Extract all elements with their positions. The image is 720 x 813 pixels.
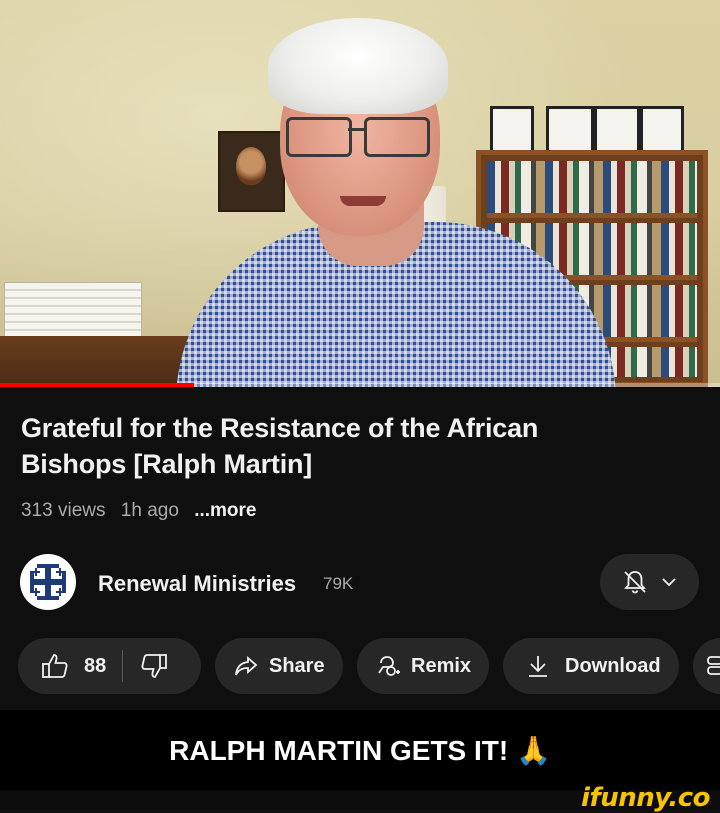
view-count: 313 views bbox=[21, 500, 106, 521]
thumb-down-icon bbox=[141, 654, 168, 678]
video-progress-fill bbox=[0, 383, 195, 387]
speaker-mouth bbox=[340, 196, 386, 206]
glasses-right-lens bbox=[364, 117, 430, 157]
notifications-off-bell-icon bbox=[623, 571, 646, 594]
photo-frame bbox=[490, 106, 534, 156]
like-count: 88 bbox=[84, 654, 107, 677]
save-icon bbox=[707, 656, 720, 675]
like-button[interactable]: 88 bbox=[40, 651, 106, 681]
more-link[interactable]: ...more bbox=[194, 500, 256, 521]
like-divider bbox=[122, 650, 124, 682]
share-label: Share bbox=[269, 654, 325, 677]
upload-age: 1h ago bbox=[120, 500, 179, 521]
subscription-notification-button[interactable] bbox=[600, 554, 699, 610]
video-meta[interactable]: 313 views 1h ago ...more bbox=[21, 500, 267, 522]
meme-caption: RALPH MARTIN GETS IT! 🙏 bbox=[169, 734, 551, 766]
photo-frame bbox=[594, 106, 640, 156]
download-button[interactable]: Download bbox=[503, 638, 679, 694]
subscriber-count: 79K bbox=[323, 574, 354, 593]
caption-bar: RALPH MARTIN GETS IT! 🙏 bbox=[0, 710, 720, 790]
video-title-line-2: Bishops [Ralph Martin] bbox=[21, 449, 313, 479]
video-title-line-1: Grateful for the Resistance of the Afric… bbox=[21, 413, 539, 443]
photo-frame bbox=[640, 106, 684, 156]
like-dislike-group: 88 bbox=[18, 638, 201, 694]
dislike-button[interactable] bbox=[139, 651, 169, 681]
remix-label: Remix bbox=[411, 654, 472, 677]
channel-avatar[interactable] bbox=[20, 554, 76, 610]
save-button[interactable] bbox=[693, 638, 720, 694]
channel-row: Renewal Ministries 79K bbox=[20, 554, 720, 610]
video-progress-bar[interactable] bbox=[0, 383, 720, 387]
share-button[interactable]: Share bbox=[215, 638, 343, 694]
glasses-bridge bbox=[348, 128, 366, 131]
remix-button[interactable]: Remix bbox=[357, 638, 489, 694]
action-bar: 88 Share Remix Download bbox=[0, 638, 720, 694]
download-label: Download bbox=[565, 654, 661, 677]
video-title: Grateful for the Resistance of the Afric… bbox=[21, 410, 661, 482]
chevron-down-icon bbox=[661, 578, 676, 587]
glasses-left-lens bbox=[286, 117, 352, 157]
thumb-up-icon bbox=[42, 654, 68, 678]
download-icon bbox=[529, 656, 547, 677]
share-arrow-icon bbox=[235, 656, 258, 676]
photo-frame bbox=[546, 106, 594, 156]
remix-icon bbox=[378, 656, 400, 676]
religious-icon-painting bbox=[218, 131, 285, 212]
video-player[interactable] bbox=[0, 0, 720, 387]
channel-name[interactable]: Renewal Ministries bbox=[98, 571, 296, 597]
speaker-hair bbox=[268, 18, 448, 114]
jerusalem-cross-icon bbox=[30, 564, 66, 600]
